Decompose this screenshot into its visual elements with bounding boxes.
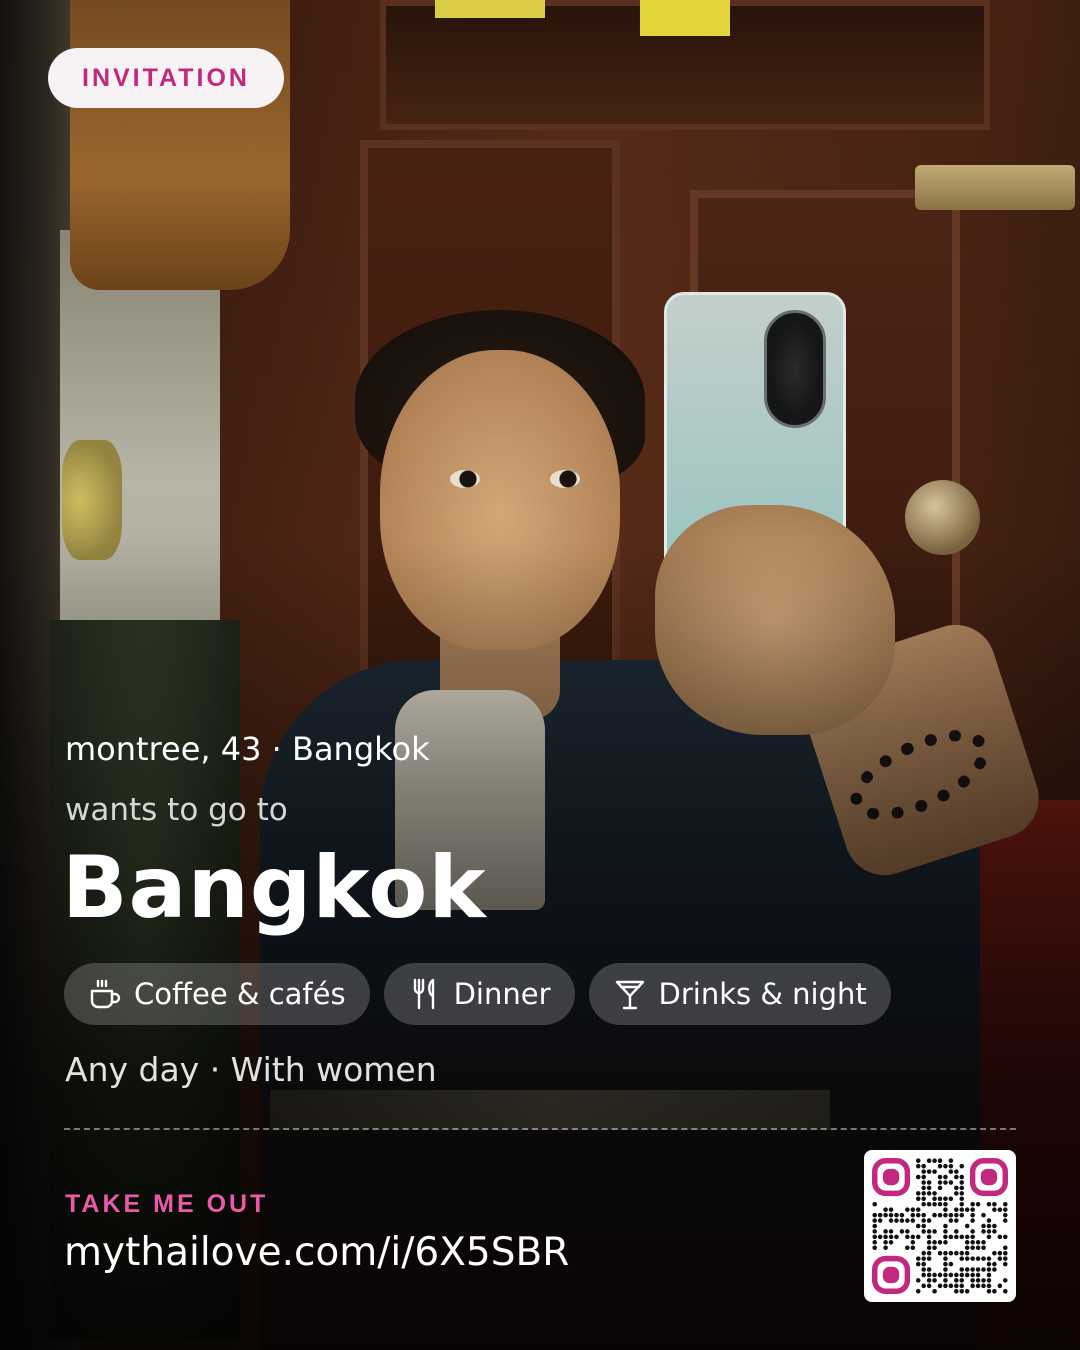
activity-tags: Coffee & cafés Dinner Drinks & night <box>64 963 891 1025</box>
invitation-card: INVITATION montree, 43 · Bangkok wants t… <box>0 0 1080 1350</box>
intent-text: wants to go to <box>65 792 288 828</box>
invitation-badge: INVITATION <box>48 48 284 108</box>
qr-code-image <box>872 1158 1008 1294</box>
invitation-link[interactable]: mythailove.com/i/6X5SBR <box>64 1230 569 1275</box>
destination-title: Bangkok <box>62 838 487 938</box>
profile-summary: montree, 43 · Bangkok <box>65 730 430 768</box>
dashed-divider <box>64 1128 1016 1130</box>
cta-label: TAKE ME OUT <box>65 1190 269 1218</box>
cocktail-glass-icon <box>615 980 644 1010</box>
qr-code[interactable] <box>864 1150 1016 1302</box>
profile-photo <box>0 0 1080 1350</box>
activity-tag-label: Coffee & cafés <box>134 977 346 1011</box>
coffee-cup-icon <box>90 979 121 1009</box>
activity-tag-coffee: Coffee & cafés <box>64 963 370 1025</box>
fork-knife-icon <box>413 978 434 1010</box>
availability-text: Any day · With women <box>65 1050 437 1089</box>
activity-tag-drinks: Drinks & night <box>588 963 891 1025</box>
activity-tag-label: Drinks & night <box>658 977 867 1011</box>
photo-gradient-overlay <box>0 0 1080 1350</box>
activity-tag-label: Dinner <box>453 977 551 1011</box>
activity-tag-dinner: Dinner <box>383 963 575 1025</box>
invitation-badge-label: INVITATION <box>82 63 250 92</box>
